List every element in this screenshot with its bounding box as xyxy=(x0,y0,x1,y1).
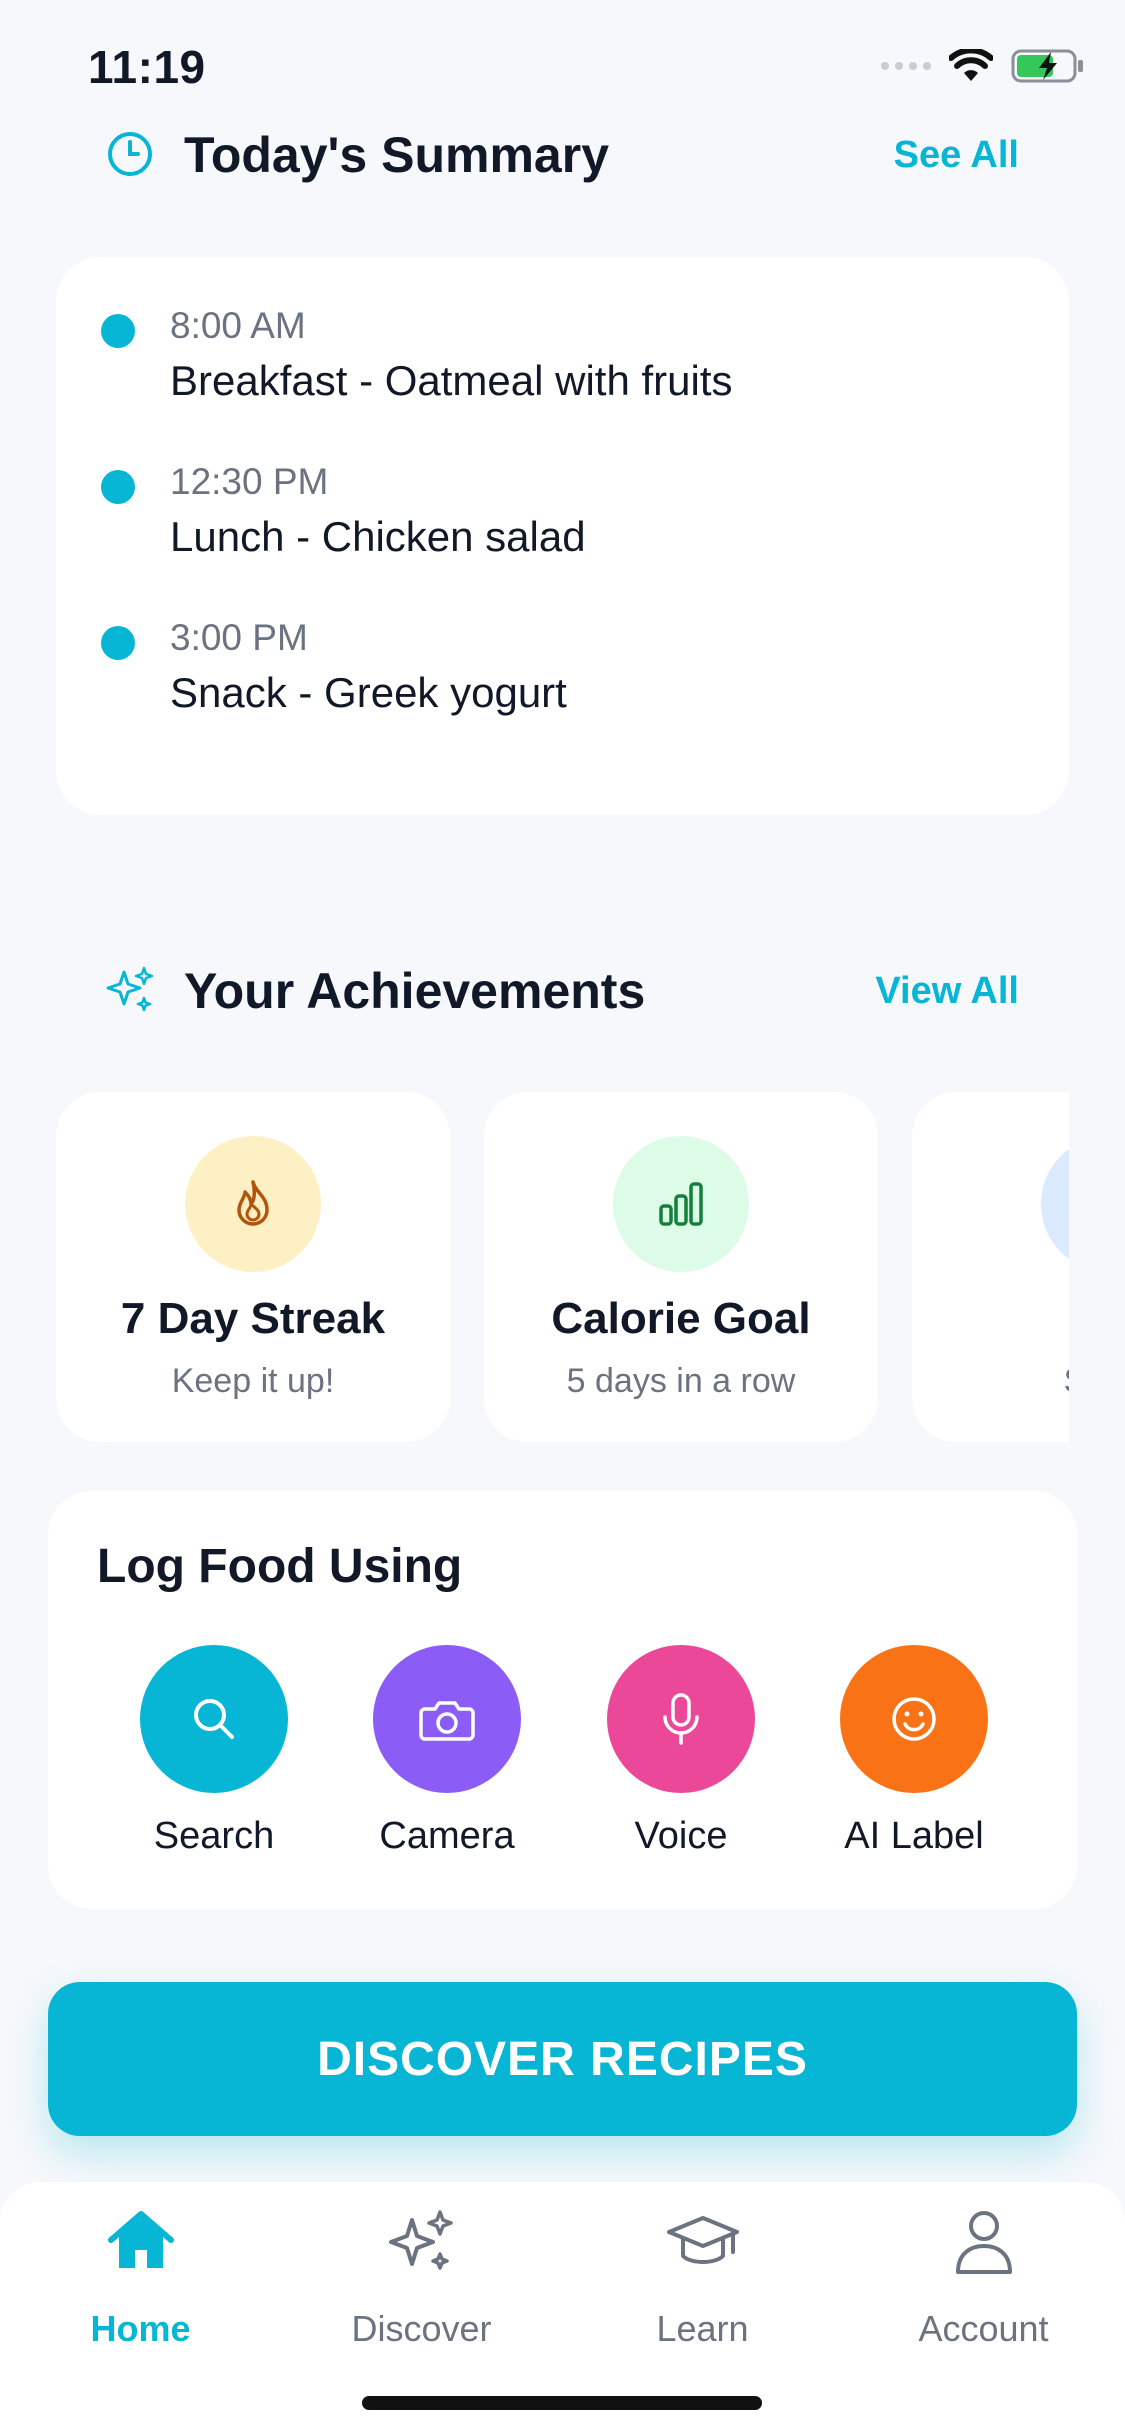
achievement-card[interactable]: S Share xyxy=(912,1092,1069,1442)
see-all-link[interactable]: See All xyxy=(894,134,1019,177)
wifi-icon xyxy=(949,49,993,81)
battery-icon xyxy=(1011,49,1083,83)
search-button[interactable] xyxy=(140,1645,288,1793)
timeline-dot xyxy=(101,626,135,660)
camera-button[interactable] xyxy=(373,1645,521,1793)
tab-home-label: Home xyxy=(90,2308,191,2349)
log-food-card: Log Food Using Search Camera Voice AI La… xyxy=(48,1491,1077,1909)
voice-label: Voice xyxy=(634,1815,728,1857)
timeline-dot xyxy=(101,470,135,504)
home-indicator xyxy=(362,2396,762,2410)
tab-discover-label: Discover xyxy=(351,2308,492,2349)
ai-label-label: AI Label xyxy=(844,1815,984,1857)
achievement-subtitle: Keep it up! xyxy=(171,1362,335,1400)
achievement-subtitle: 5 days in a row xyxy=(566,1362,796,1400)
entry-meal[interactable]: Lunch - Chicken salad xyxy=(170,513,586,561)
achievements-title: Your Achievements xyxy=(184,963,646,1019)
flame-icon xyxy=(237,1180,269,1226)
clock-icon xyxy=(108,132,152,176)
achievement-card[interactable]: 7 Day Streak Keep it up! xyxy=(56,1092,450,1442)
view-all-link[interactable]: View All xyxy=(875,970,1019,1013)
camera-label: Camera xyxy=(379,1815,515,1857)
discover-recipes-button[interactable]: DISCOVER RECIPES xyxy=(48,1982,1077,2136)
achievement-title: S xyxy=(912,1294,1069,1344)
graduation-cap-icon xyxy=(666,2216,739,2264)
ai-label-button[interactable] xyxy=(840,1645,988,1793)
home-icon xyxy=(107,2211,174,2268)
status-time: 11:19 xyxy=(88,41,206,93)
smile-icon xyxy=(892,1697,936,1741)
tab-discover[interactable]: Discover xyxy=(281,2182,562,2382)
achievement-card[interactable]: Calorie Goal 5 days in a row xyxy=(484,1092,878,1442)
user-icon xyxy=(955,2211,1012,2274)
signal-icon xyxy=(881,62,931,70)
timeline-dot xyxy=(101,314,135,348)
achievement-icon-circle xyxy=(613,1136,749,1272)
entry-time: 12:30 PM xyxy=(170,461,329,502)
bar-chart-icon xyxy=(659,1182,703,1226)
search-icon xyxy=(194,1699,234,1739)
achievement-title: 7 Day Streak xyxy=(120,1294,386,1343)
achievement-title: Calorie Goal xyxy=(551,1294,811,1343)
entry-time: 8:00 AM xyxy=(170,305,306,346)
log-food-title: Log Food Using xyxy=(97,1540,463,1593)
entry-meal[interactable]: Snack - Greek yogurt xyxy=(170,669,567,717)
sparkles-icon xyxy=(388,2210,453,2270)
status-icons xyxy=(881,48,1085,84)
search-label: Search xyxy=(153,1815,275,1857)
entry-meal[interactable]: Breakfast - Oatmeal with fruits xyxy=(170,357,733,405)
achievement-icon-circle xyxy=(185,1136,321,1272)
camera-icon xyxy=(419,1701,475,1741)
tab-home[interactable]: Home xyxy=(0,2182,281,2382)
voice-button[interactable] xyxy=(607,1645,755,1793)
summary-card: 8:00 AM Breakfast - Oatmeal with fruits … xyxy=(56,257,1069,815)
tab-account-label: Account xyxy=(918,2308,1049,2349)
entry-time: 3:00 PM xyxy=(170,617,308,658)
achievements-carousel[interactable]: 7 Day Streak Keep it up! Calorie Goal 5 … xyxy=(56,1092,1069,1442)
achievement-subtitle: Share xyxy=(912,1362,1069,1401)
tab-learn-label: Learn xyxy=(656,2308,749,2349)
share-icon xyxy=(1041,1136,1069,1272)
tab-learn[interactable]: Learn xyxy=(562,2182,843,2382)
sparkles-icon xyxy=(106,966,154,1012)
summary-title: Today's Summary xyxy=(184,127,609,183)
tab-account[interactable]: Account xyxy=(843,2182,1124,2382)
microphone-icon xyxy=(663,1693,699,1745)
